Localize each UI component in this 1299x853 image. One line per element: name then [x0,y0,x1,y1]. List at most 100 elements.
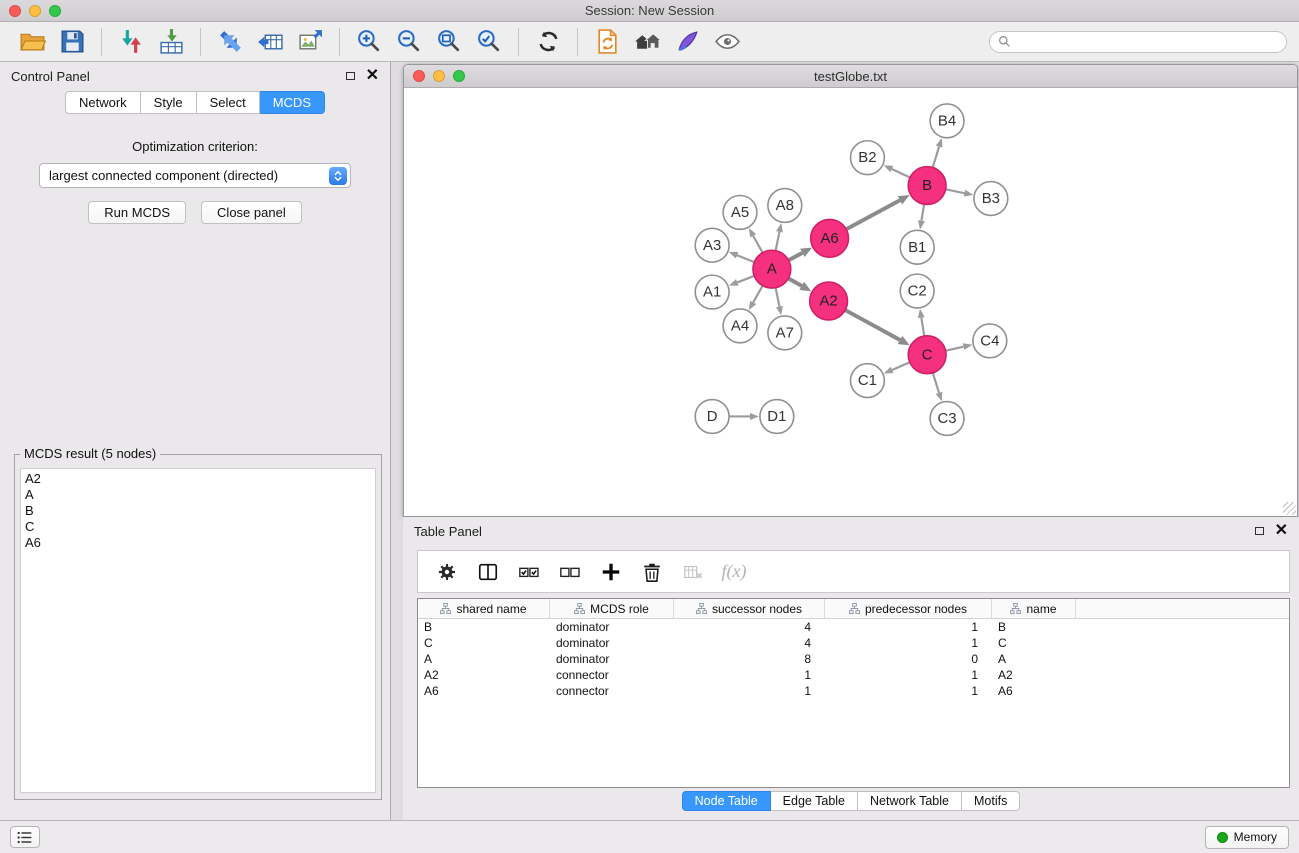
criterion-dropdown[interactable]: largest connected component (directed) [39,163,351,188]
edge-B-B1[interactable] [918,204,925,229]
edge-A-A1[interactable] [729,276,754,286]
eye-icon[interactable] [709,26,745,58]
tab-style[interactable]: Style [141,91,197,114]
import-network-icon[interactable] [113,26,149,58]
import-table-icon[interactable] [153,26,189,58]
home-icon[interactable] [629,26,665,58]
float-panel-icon[interactable] [346,72,355,80]
tab-motifs[interactable]: Motifs [962,791,1020,811]
node-B1[interactable]: B1 [900,230,934,264]
edge-A6-B[interactable] [846,195,909,229]
task-history-button[interactable] [10,826,40,848]
zoom-window-icon[interactable] [49,5,61,17]
node-C1[interactable]: C1 [851,364,885,398]
edge-A-A6[interactable] [789,248,812,261]
table-row[interactable]: A2connector11A2 [418,667,1289,683]
node-A4[interactable]: A4 [723,309,757,343]
open-folder-icon[interactable] [14,26,50,58]
node-B4[interactable]: B4 [930,104,964,138]
column-header-name[interactable]: name [992,599,1076,618]
node-C4[interactable]: C4 [973,324,1007,358]
search-box[interactable] [989,31,1287,53]
column-header-predecessor-nodes[interactable]: predecessor nodes [825,599,992,618]
node-A2[interactable]: A2 [810,282,848,320]
node-C2[interactable]: C2 [900,274,934,308]
tab-node-table[interactable]: Node Table [682,791,771,811]
node-D[interactable]: D [695,400,729,434]
result-list-item[interactable]: A2 [25,471,371,487]
column-header-MCDS-role[interactable]: MCDS role [550,599,674,618]
table-row[interactable]: Bdominator41B [418,619,1289,635]
table-close-panel-icon[interactable]: ✕ [1275,525,1288,537]
edge-C-C1[interactable] [884,362,910,373]
network-arrows-icon[interactable] [212,26,248,58]
zoom-out-icon[interactable] [391,26,427,58]
edge-B-B2[interactable] [884,165,910,177]
edge-C-C4[interactable] [946,343,973,350]
edge-A-A2[interactable] [788,278,811,291]
edge-C-C2[interactable] [918,309,925,336]
memory-button[interactable]: Memory [1205,826,1289,849]
tab-network-table[interactable]: Network Table [858,791,962,811]
export-image-icon[interactable] [292,26,328,58]
tab-edge-table[interactable]: Edge Table [771,791,858,811]
edge-B-B3[interactable] [946,189,974,196]
edge-B-B4[interactable] [933,138,943,167]
node-A[interactable]: A [753,250,791,288]
node-A1[interactable]: A1 [695,275,729,309]
table-row[interactable]: A6connector11A6 [418,683,1289,699]
style-brush-icon[interactable] [669,26,705,58]
edge-A2-C[interactable] [845,310,909,345]
edge-A-A8[interactable] [776,223,783,251]
edge-C-C3[interactable] [933,373,943,402]
result-list-item[interactable]: A6 [25,535,371,551]
gear-icon[interactable] [434,559,460,585]
zoom-selected-icon[interactable] [471,26,507,58]
edge-A-A4[interactable] [749,286,763,311]
add-icon[interactable] [598,559,624,585]
minimize-window-icon[interactable] [29,5,41,17]
network-window-titlebar[interactable]: testGlobe.txt [404,65,1297,88]
mcds-result-list[interactable]: A2ABCA6 [20,468,376,793]
node-A5[interactable]: A5 [723,196,757,230]
edge-A-A7[interactable] [776,288,783,316]
select-all-icon[interactable] [516,559,542,585]
node-D1[interactable]: D1 [760,400,794,434]
node-C3[interactable]: C3 [930,402,964,436]
close-panel-button[interactable]: Close panel [201,201,302,224]
result-list-item[interactable]: C [25,519,371,535]
tab-select[interactable]: Select [197,91,260,114]
session-doc-icon[interactable] [589,26,625,58]
close-panel-icon[interactable]: ✕ [366,70,379,82]
edge-A-A5[interactable] [749,228,763,253]
network-close-icon[interactable] [413,70,425,82]
node-A7[interactable]: A7 [768,316,802,350]
deselect-all-icon[interactable] [557,559,583,585]
node-B2[interactable]: B2 [851,141,885,175]
column-header-shared-name[interactable]: shared name [418,599,550,618]
tab-network[interactable]: Network [65,91,141,114]
search-input[interactable] [1016,35,1278,49]
zoom-fit-icon[interactable] [431,26,467,58]
columns-icon[interactable] [475,559,501,585]
table-row[interactable]: Cdominator41C [418,635,1289,651]
node-B3[interactable]: B3 [974,182,1008,216]
network-minimize-icon[interactable] [433,70,445,82]
result-list-item[interactable]: B [25,503,371,519]
network-canvas[interactable]: B4B2BB3A5A8A6B1A3AC2A1A2A4A7C4CC1C3DD1 [405,89,1296,515]
node-C[interactable]: C [908,336,946,374]
tab-mcds[interactable]: MCDS [260,91,325,114]
resize-grip[interactable] [1283,502,1296,515]
table-row[interactable]: Adominator80A [418,651,1289,667]
run-mcds-button[interactable]: Run MCDS [88,201,186,224]
column-header-successor-nodes[interactable]: successor nodes [674,599,825,618]
table-float-panel-icon[interactable] [1255,527,1264,535]
network-zoom-icon[interactable] [453,70,465,82]
edge-A-A3[interactable] [729,252,755,262]
node-B[interactable]: B [908,167,946,205]
edge-D-D1[interactable] [729,413,759,420]
result-list-item[interactable]: A [25,487,371,503]
node-A6[interactable]: A6 [811,219,849,257]
refresh-icon[interactable] [530,26,566,58]
node-A8[interactable]: A8 [768,189,802,223]
